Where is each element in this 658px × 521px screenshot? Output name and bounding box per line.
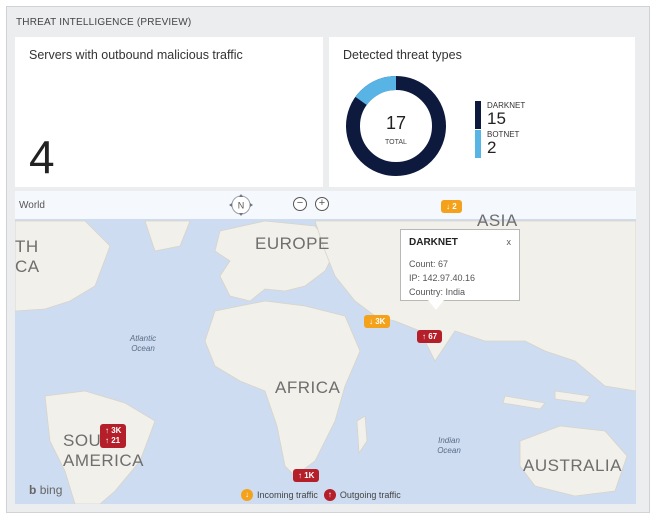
darknet-count: 15 xyxy=(487,109,506,128)
region-australia: AUSTRALIA xyxy=(523,456,622,475)
region-asia: ASIA xyxy=(477,211,518,230)
donut-total-label: TOTAL xyxy=(385,139,407,146)
threat-intelligence-panel: THREAT INTELLIGENCE (PREVIEW) Servers wi… xyxy=(6,6,650,513)
map-toolbar: World N − + xyxy=(15,191,636,219)
botnet-count: 2 xyxy=(487,138,497,157)
threat-map[interactable]: World N − + EUROPE ASIA AFRICA SOUTH AME… xyxy=(15,191,636,504)
legend-darknet[interactable]: DARKNET 15 xyxy=(475,101,525,129)
servers-outbound-tile[interactable]: Servers with outbound malicious traffic … xyxy=(15,37,323,187)
tooltip-count: Count: 67 xyxy=(409,259,449,269)
darknet-tooltip: DARKNET x Count: 67 IP: 142.97.40.16 Cou… xyxy=(400,229,520,301)
botnet-swatch xyxy=(475,130,481,158)
zoom-out-button[interactable]: − xyxy=(293,197,307,211)
pin-outgoing-south-america[interactable]: ↑ 3K ↑ 21 xyxy=(100,424,127,448)
compass-icon[interactable]: N xyxy=(223,194,259,216)
threat-donut-chart[interactable]: 17 TOTAL xyxy=(343,73,449,179)
incoming-traffic-icon: ↓ xyxy=(241,489,253,501)
pin-incoming-middle-east[interactable]: ↓ 3K xyxy=(364,315,391,328)
ocean-atlantic: Atlantic Ocean xyxy=(129,334,157,353)
servers-tile-title: Servers with outbound malicious traffic xyxy=(29,48,243,62)
outgoing-traffic-label: Outgoing traffic xyxy=(339,490,401,500)
tooltip-country: Country: India xyxy=(409,287,466,297)
region-africa: AFRICA xyxy=(275,378,341,397)
outgoing-traffic-icon: ↑ xyxy=(323,489,336,501)
servers-count: 4 xyxy=(29,131,55,183)
compass-north-label: N xyxy=(238,201,245,211)
threat-types-title: Detected threat types xyxy=(343,48,462,62)
tooltip-pointer xyxy=(428,300,444,310)
region-europe: EUROPE xyxy=(255,234,330,253)
map-scope-label: World xyxy=(19,200,45,211)
panel-title: THREAT INTELLIGENCE (PREVIEW) xyxy=(16,17,192,28)
pin-outgoing-india[interactable]: ↑ 67 xyxy=(417,330,443,343)
tooltip-ip: IP: 142.97.40.16 xyxy=(409,273,476,283)
donut-botnet-segment[interactable] xyxy=(355,76,397,106)
threat-types-tile[interactable]: Detected threat types 17 TOTAL DARKNET 1… xyxy=(329,37,635,187)
tooltip-close-button[interactable]: x xyxy=(507,237,512,247)
zoom-in-button[interactable]: + xyxy=(315,197,329,211)
pin-incoming-asia[interactable]: ↓ 2 xyxy=(441,200,462,213)
pin-outgoing-south-africa[interactable]: ↑ 1K xyxy=(293,469,320,482)
map-legend: ↓ Incoming traffic ↑ Outgoing traffic xyxy=(241,489,401,501)
donut-total: 17 xyxy=(386,113,406,133)
bing-logo: b bing xyxy=(29,483,63,497)
tooltip-title: DARKNET xyxy=(409,237,458,248)
darknet-swatch xyxy=(475,101,481,129)
ocean-indian: Indian Ocean xyxy=(437,436,461,455)
region-north-america: TH CA xyxy=(15,237,40,276)
incoming-traffic-label: Incoming traffic xyxy=(257,490,318,500)
legend-botnet[interactable]: BOTNET 2 xyxy=(475,130,519,158)
